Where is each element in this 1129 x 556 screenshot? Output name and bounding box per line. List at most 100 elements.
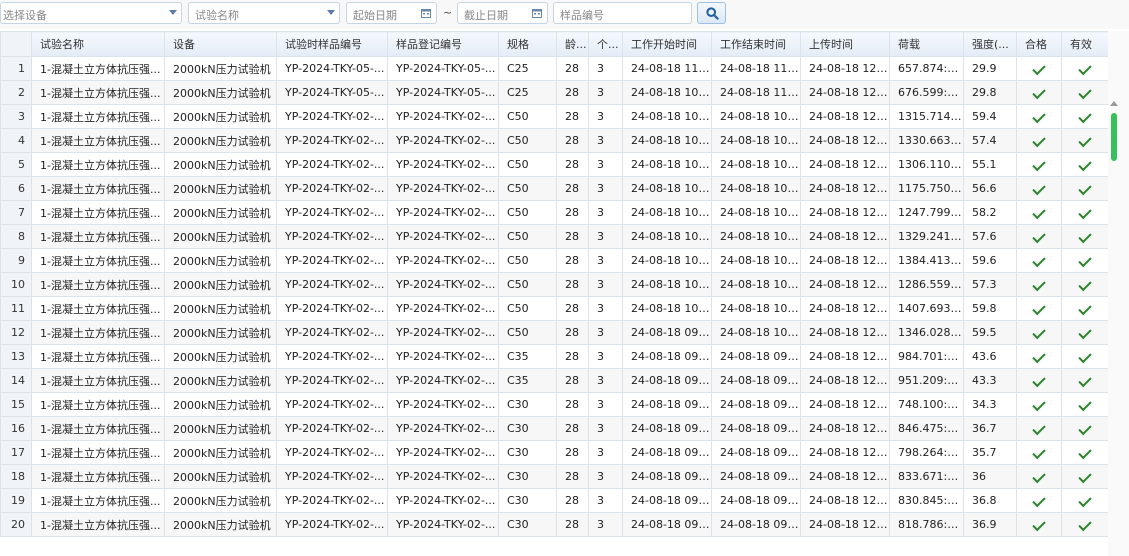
cell-start-time: 24-08-18 10:...	[622, 296, 712, 321]
cell-upload-time: 24-08-18 12:...	[800, 488, 890, 513]
chevron-down-icon[interactable]	[327, 10, 335, 15]
cell-valid	[1061, 56, 1109, 81]
table-row[interactable]: 18 1-混凝土立方体抗压强... 2000kN压力试验机 YP-2024-TKY-0…	[0, 464, 1109, 489]
table-row[interactable]: 8 1-混凝土立方体抗压强... 2000kN压力试验机 YP-2024-TKY-02…	[0, 224, 1109, 249]
cell-age: 28	[556, 320, 589, 345]
scrollbar-thumb[interactable]	[1111, 113, 1117, 161]
col-header-test-name[interactable]: 试验名称	[31, 31, 165, 57]
search-button[interactable]	[697, 2, 726, 24]
table-row[interactable]: 11 1-混凝土立方体抗压强... 2000kN压力试验机 YP-2024-TKY-0…	[0, 296, 1109, 321]
row-number: 14	[0, 368, 32, 393]
cell-device: 2000kN压力试验机	[164, 80, 277, 105]
col-header-strength[interactable]: 强度(...	[963, 31, 1017, 57]
cell-registration-no: YP-2024-TKY-02-...	[387, 416, 499, 441]
table-row[interactable]: 9 1-混凝土立方体抗压强... 2000kN压力试验机 YP-2024-TKY-02…	[0, 248, 1109, 273]
cell-load: 748.100:7...	[889, 392, 964, 417]
cell-valid	[1061, 368, 1109, 393]
cell-load: 657.874:6...	[889, 56, 964, 81]
col-header-age[interactable]: 龄...	[556, 31, 589, 57]
cell-test-name: 1-混凝土立方体抗压强...	[31, 440, 165, 465]
cell-age: 28	[556, 416, 589, 441]
col-header-pass[interactable]: 合格	[1016, 31, 1062, 57]
cell-start-time: 24-08-18 10:...	[622, 152, 712, 177]
calendar-icon[interactable]	[532, 8, 542, 18]
col-header-upload-time[interactable]: 上传时间	[800, 31, 890, 57]
cell-upload-time: 24-08-18 12:...	[800, 200, 890, 225]
test-name-select[interactable]: 试验名称	[188, 2, 340, 24]
check-icon	[1032, 253, 1046, 268]
vertical-scrollbar[interactable]	[1108, 31, 1129, 556]
cell-spec: C30	[498, 464, 557, 489]
cell-spec: C50	[498, 200, 557, 225]
check-icon	[1078, 253, 1092, 268]
cell-strength: 35.7	[963, 440, 1017, 465]
table-row[interactable]: 1 1-混凝土立方体抗压强... 2000kN压力试验机 YP-2024-TKY-05…	[0, 56, 1109, 81]
cell-load: 984.701:9...	[889, 344, 964, 369]
cell-count: 3	[588, 56, 623, 81]
chevron-down-icon[interactable]	[169, 10, 177, 15]
table-row[interactable]: 14 1-混凝土立方体抗压强... 2000kN压力试验机 YP-2024-TKY-0…	[0, 368, 1109, 393]
table-row[interactable]: 13 1-混凝土立方体抗压强... 2000kN压力试验机 YP-2024-TKY-0…	[0, 344, 1109, 369]
cell-count: 3	[588, 464, 623, 489]
cell-spec: C25	[498, 56, 557, 81]
cell-spec: C25	[498, 80, 557, 105]
cell-device: 2000kN压力试验机	[164, 320, 277, 345]
col-header-spec[interactable]: 规格	[498, 31, 557, 57]
table-row[interactable]: 3 1-混凝土立方体抗压强... 2000kN压力试验机 YP-2024-TKY-02…	[0, 104, 1109, 129]
table-row[interactable]: 7 1-混凝土立方体抗压强... 2000kN压力试验机 YP-2024-TKY-02…	[0, 200, 1109, 225]
table-row[interactable]: 2 1-混凝土立方体抗压强... 2000kN压力试验机 YP-2024-TKY-05…	[0, 80, 1109, 105]
cell-registration-no: YP-2024-TKY-02-...	[387, 368, 499, 393]
calendar-icon[interactable]	[421, 8, 431, 18]
cell-pass	[1016, 344, 1062, 369]
cell-test-name: 1-混凝土立方体抗压强...	[31, 200, 165, 225]
table-row[interactable]: 10 1-混凝土立方体抗压强... 2000kN压力试验机 YP-2024-TKY-0…	[0, 272, 1109, 297]
table-row[interactable]: 17 1-混凝土立方体抗压强... 2000kN压力试验机 YP-2024-TKY-0…	[0, 440, 1109, 465]
cell-upload-time: 24-08-18 12:...	[800, 512, 890, 537]
scroll-up-icon[interactable]	[1110, 101, 1118, 106]
table-row[interactable]: 20 1-混凝土立方体抗压强... 2000kN压力试验机 YP-2024-TKY-0…	[0, 512, 1109, 537]
cell-start-time: 24-08-18 10:...	[622, 200, 712, 225]
table-row[interactable]: 16 1-混凝土立方体抗压强... 2000kN压力试验机 YP-2024-TKY-0…	[0, 416, 1109, 441]
col-header-valid[interactable]: 有效	[1061, 31, 1109, 57]
start-date-field[interactable]: 起始日期	[346, 2, 437, 24]
col-header-device[interactable]: 设备	[164, 31, 277, 57]
col-header-load[interactable]: 荷载	[889, 31, 964, 57]
check-icon	[1078, 349, 1092, 364]
table-row[interactable]: 4 1-混凝土立方体抗压强... 2000kN压力试验机 YP-2024-TKY-02…	[0, 128, 1109, 153]
sample-no-input[interactable]: 样品编号	[553, 2, 692, 24]
table-row[interactable]: 5 1-混凝土立方体抗压强... 2000kN压力试验机 YP-2024-TKY-02…	[0, 152, 1109, 177]
check-icon	[1078, 517, 1092, 532]
table-row[interactable]: 19 1-混凝土立方体抗压强... 2000kN压力试验机 YP-2024-TKY-0…	[0, 488, 1109, 513]
cell-spec: C50	[498, 104, 557, 129]
col-header-test-sample-no[interactable]: 试验时样品编号	[276, 31, 388, 57]
end-date-field[interactable]: 截止日期	[457, 2, 548, 24]
cell-strength: 29.9	[963, 56, 1017, 81]
table-row[interactable]: 12 1-混凝土立方体抗压强... 2000kN压力试验机 YP-2024-TKY-0…	[0, 320, 1109, 345]
cell-upload-time: 24-08-18 12:...	[800, 152, 890, 177]
cell-load: 1330.663:...	[889, 128, 964, 153]
col-header-count[interactable]: 个...	[588, 31, 623, 57]
cell-load: 1346.028:...	[889, 320, 964, 345]
col-header-start-time[interactable]: 工作开始时间	[622, 31, 712, 57]
cell-pass	[1016, 464, 1062, 489]
device-select[interactable]: 选择设备	[0, 2, 182, 24]
table-row[interactable]: 15 1-混凝土立方体抗压强... 2000kN压力试验机 YP-2024-TKY-0…	[0, 392, 1109, 417]
test-name-placeholder: 试验名称	[195, 9, 239, 22]
cell-strength: 36	[963, 464, 1017, 489]
cell-end-time: 24-08-18 10:...	[711, 152, 801, 177]
cell-end-time: 24-08-18 10:...	[711, 104, 801, 129]
cell-end-time: 24-08-18 10:...	[711, 248, 801, 273]
cell-test-sample-no: YP-2024-TKY-02-...	[276, 368, 388, 393]
check-icon	[1032, 61, 1046, 76]
row-number: 20	[0, 512, 32, 537]
table-row[interactable]: 6 1-混凝土立方体抗压强... 2000kN压力试验机 YP-2024-TKY-02…	[0, 176, 1109, 201]
col-header-registration-no[interactable]: 样品登记编号	[387, 31, 499, 57]
col-header-end-time[interactable]: 工作结束时间	[711, 31, 801, 57]
cell-age: 28	[556, 104, 589, 129]
cell-strength: 29.8	[963, 80, 1017, 105]
cell-end-time: 24-08-18 09:...	[711, 368, 801, 393]
cell-end-time: 24-08-18 10:...	[711, 296, 801, 321]
check-icon	[1078, 61, 1092, 76]
cell-test-name: 1-混凝土立方体抗压强...	[31, 464, 165, 489]
check-icon	[1078, 397, 1092, 412]
